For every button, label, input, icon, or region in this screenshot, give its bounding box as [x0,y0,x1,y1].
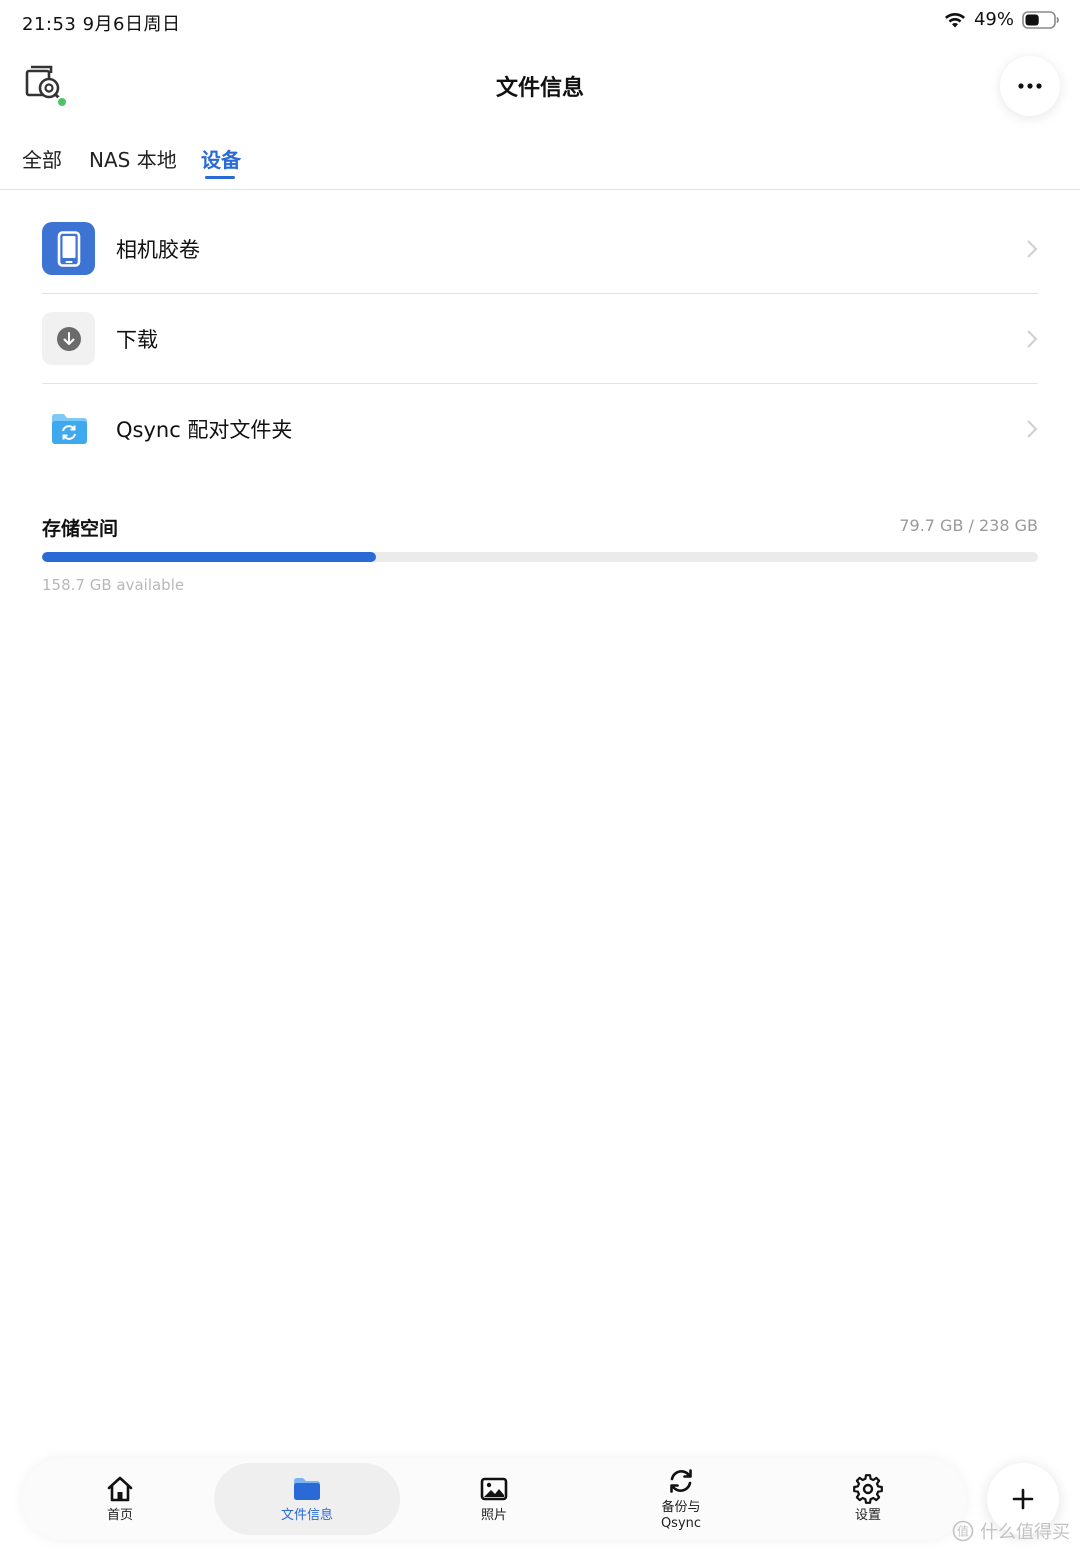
status-bar: 21:53 9月6日周日 49% [0,0,1080,44]
list-item-qsync-folder[interactable]: Qsync 配对文件夹 [42,384,1038,474]
nav-item-settings[interactable]: 设置 [775,1458,961,1540]
more-dots-icon [1018,83,1042,89]
download-icon [42,312,95,365]
nav-item-home[interactable]: 首页 [27,1458,213,1540]
storage-progress-fill [42,552,376,562]
svg-text:值: 值 [957,1524,969,1539]
device-folder-list: 相机胶卷 下载 Qsync 配对文件夹 [42,204,1038,474]
list-item-label: 相机胶卷 [116,238,200,262]
tab-all[interactable]: 全部 [22,144,62,173]
header: 文件信息 [0,50,1080,120]
nav-label: 文件信息 [280,1508,333,1523]
nav-item-photos[interactable]: 照片 [401,1458,587,1540]
tab-bar: 全部 NAS 本地 设备 [0,138,1080,190]
phone-icon [42,222,95,275]
more-button[interactable] [1000,56,1060,116]
active-tab-indicator [205,176,235,179]
nav-label: 备份与 Qsync [660,1500,702,1531]
storage-title: 存储空间 [42,518,119,540]
folder-icon [294,1478,320,1500]
page-title: 文件信息 [495,76,584,101]
nav-label: 设置 [854,1508,881,1523]
watermark: 值 什么值得买 [952,1518,1070,1544]
plus-icon [1012,1488,1034,1510]
wifi-icon [944,12,965,27]
tab-device[interactable]: 设备 [201,144,241,173]
status-time: 21:53 9月6日周日 [22,14,181,35]
sync-icon [670,1469,692,1493]
bottom-nav: 首页 文件信息 照片 备份与 Qsync 设置 [22,1458,966,1540]
storage-progress-bar [42,552,1038,562]
gear-icon [853,1474,883,1504]
sync-folder-icon [42,402,95,455]
storage-available: 158.7 GB available [42,576,185,594]
status-right: 49% [944,9,1060,30]
storage-usage: 79.7 GB / 238 GB [899,516,1038,535]
list-item-downloads[interactable]: 下载 [42,294,1038,384]
nav-item-files[interactable]: 文件信息 [214,1463,400,1535]
home-icon [107,1476,133,1502]
list-item-camera-roll[interactable]: 相机胶卷 [42,204,1038,294]
list-item-label: Qsync 配对文件夹 [116,418,293,442]
list-item-label: 下载 [116,328,158,352]
nav-item-backup-qsync[interactable]: 备份与 Qsync [588,1458,774,1540]
photo-icon [480,1477,508,1501]
nav-label: 照片 [480,1508,507,1523]
nav-label: 首页 [106,1508,133,1523]
battery-percent: 49% [973,9,1014,30]
watermark-text: 什么值得买 [980,1522,1070,1543]
chevron-right-icon [1027,330,1038,348]
tab-nas-local[interactable]: NAS 本地 [89,144,177,173]
chevron-right-icon [1027,420,1038,438]
chevron-right-icon [1027,240,1038,258]
watermark-logo-icon: 值 [952,1520,974,1542]
battery-icon [1022,10,1059,29]
